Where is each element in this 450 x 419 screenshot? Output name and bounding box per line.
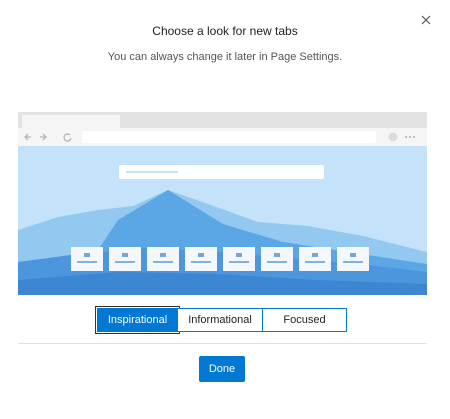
preview-quick-link-tile [109, 247, 141, 271]
inspirational-option[interactable]: Inspirational [95, 306, 180, 334]
layout-preview [18, 112, 427, 295]
preview-quick-link-tile [185, 247, 217, 271]
profile-avatar-icon [388, 132, 398, 142]
layout-options: Inspirational Informational Focused [95, 306, 347, 334]
more-dots-icon [405, 136, 415, 138]
informational-option[interactable]: Informational [178, 308, 263, 332]
preview-tab [22, 115, 120, 128]
dialog-subtitle: You can always change it later in Page S… [107, 51, 343, 63]
preview-address-bar [82, 131, 376, 143]
preview-quick-link-tile [261, 247, 293, 271]
preview-quick-link-tile [147, 247, 179, 271]
close-icon [421, 15, 431, 25]
preview-quick-link-tile [337, 247, 369, 271]
focused-option[interactable]: Focused [263, 308, 347, 332]
preview-illustration [18, 112, 427, 295]
preview-quick-link-tile [299, 247, 331, 271]
close-button[interactable] [418, 12, 434, 28]
preview-quick-link-tile [71, 247, 103, 271]
done-button[interactable]: Done [199, 356, 245, 382]
footer-divider [18, 343, 427, 344]
preview-quick-link-tile [223, 247, 255, 271]
dialog-title: Choose a look for new tabs [152, 24, 298, 38]
